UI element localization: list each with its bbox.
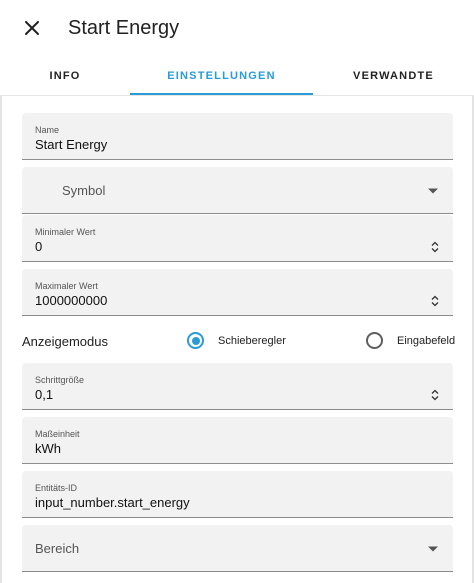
chevron-down-icon: [428, 188, 438, 194]
min-value-label: Minimaler Wert: [35, 227, 96, 237]
close-button[interactable]: [14, 10, 50, 46]
number-spinner-icon[interactable]: [431, 241, 439, 253]
unit-value: kWh: [35, 441, 61, 456]
max-value: 1000000000: [35, 293, 108, 308]
entity-id-label: Entitäts-ID: [35, 483, 78, 493]
entity-settings-dialog: Start Energy INFO EINSTELLUNGEN VERWANDT…: [0, 0, 474, 583]
tab-info[interactable]: INFO: [0, 56, 130, 96]
radio-eingabefeld-label: Eingabefeld: [397, 334, 456, 347]
symbol-placeholder: Symbol: [62, 183, 106, 198]
tab-einstellungen[interactable]: EINSTELLUNGEN: [130, 56, 313, 96]
entity-id-value: input_number.start_energy: [35, 495, 190, 510]
step-size-label: Schrittgröße: [35, 375, 85, 385]
name-field[interactable]: Name Start Energy: [22, 113, 453, 160]
dialog-header: Start Energy: [0, 0, 474, 56]
radio-schieberegler[interactable]: Schieberegler: [187, 332, 286, 349]
left-edge: [0, 96, 2, 583]
step-size-field[interactable]: Schrittgröße 0,1: [22, 363, 453, 410]
unit-field[interactable]: Maßeinheit kWh: [22, 417, 453, 464]
tab-bar: INFO EINSTELLUNGEN VERWANDTE: [0, 56, 474, 96]
area-picker[interactable]: Bereich: [22, 525, 453, 572]
radio-eingabefeld[interactable]: Eingabefeld: [366, 332, 455, 349]
chevron-down-icon: [428, 546, 438, 552]
radio-dot: [191, 336, 200, 345]
min-value-field[interactable]: Minimaler Wert 0: [22, 215, 453, 262]
unit-label: Maßeinheit: [35, 429, 80, 439]
number-spinner-icon[interactable]: [431, 389, 439, 401]
close-icon: [25, 21, 39, 35]
dialog-title: Start Energy: [68, 17, 180, 39]
tab-verwandte[interactable]: VERWANDTE: [313, 56, 474, 96]
radio-schieberegler-label: Schieberegler: [218, 334, 286, 347]
step-size-value: 0,1: [35, 387, 54, 402]
entity-id-field[interactable]: Entitäts-ID input_number.start_energy: [22, 471, 453, 518]
area-placeholder: Bereich: [35, 541, 80, 556]
name-value: Start Energy: [35, 137, 108, 152]
number-spinner-icon[interactable]: [431, 295, 439, 307]
display-mode-label: Anzeigemodus: [22, 334, 108, 349]
radio-unchecked-icon: [366, 332, 383, 349]
radio-checked-icon: [187, 332, 204, 349]
name-label: Name: [35, 125, 60, 135]
min-value: 0: [35, 239, 43, 254]
symbol-picker[interactable]: Symbol: [22, 167, 453, 214]
active-tab-indicator: [130, 93, 313, 95]
display-mode-row: Anzeigemodus Schieberegler Eingabefeld: [22, 326, 455, 358]
max-value-label: Maximaler Wert: [35, 281, 98, 291]
max-value-field[interactable]: Maximaler Wert 1000000000: [22, 269, 453, 316]
